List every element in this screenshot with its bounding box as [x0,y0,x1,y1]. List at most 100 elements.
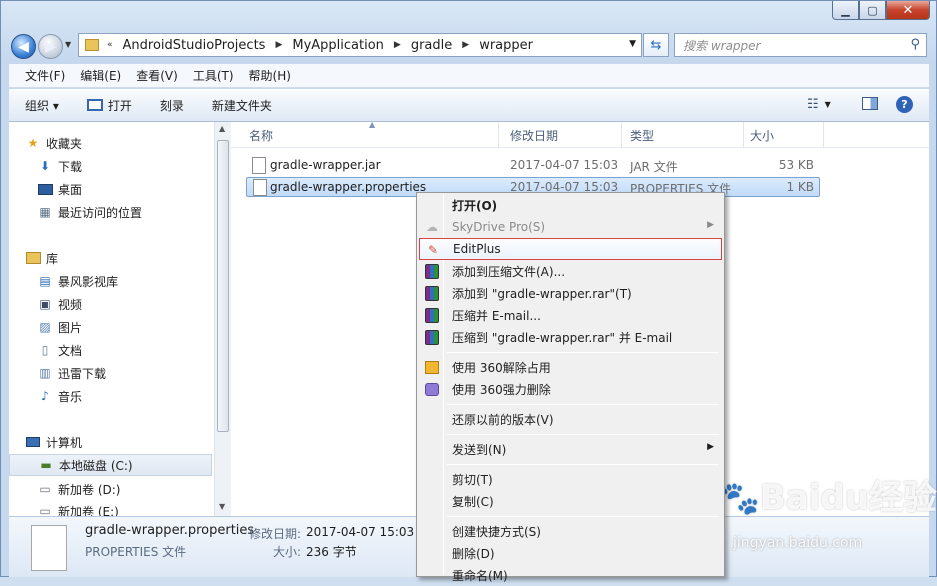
back-button[interactable]: ◀ [11,34,36,59]
menu-item-label: 使用 360强力删除 [452,382,551,397]
menu-item-360-delete[interactable]: 使用 360强力删除 [419,378,722,400]
menu-item-create-shortcut[interactable]: 创建快捷方式(S) [419,520,722,542]
menu-item-compress-email[interactable]: 压缩并 E-mail... [419,304,722,326]
refresh-button[interactable]: ⇆ [643,33,669,57]
sidebar-item-documents[interactable]: ▯ 文档 [37,339,214,361]
breadcrumb-overflow[interactable]: « [107,40,113,50]
sidebar-item-videos[interactable]: ▣ 视频 [37,293,214,315]
sidebar-item-xunlei[interactable]: ▥ 迅雷下载 [37,362,214,384]
sidebar-item-pictures[interactable]: ▨ 图片 [37,316,214,338]
preview-pane-button[interactable] [862,97,878,110]
menu-item-cut[interactable]: 剪切(T) [419,468,722,490]
music-icon: ♪ [41,389,49,403]
maximize-button[interactable]: ▢ [859,1,886,20]
menu-item-copy[interactable]: 复制(C) [419,490,722,512]
scrollbar-thumb[interactable] [217,140,229,432]
help-button[interactable]: ? [896,96,913,113]
minimize-button[interactable]: ▁ [832,1,859,20]
file-icon [253,179,267,196]
breadcrumb-item[interactable]: gradle [411,38,452,53]
column-date[interactable]: 修改日期 [502,122,622,148]
menu-view[interactable]: 查看(V) [136,67,178,84]
navigation-pane: ★ 收藏夹 ⬇ 下载 桌面 ▦ 最近访问的位置 库 ▤ 暴风影视库 ▣ 视频 ▨ 图片 ▯ 文… [9,122,214,516]
help-icon: ? [896,96,913,113]
column-type[interactable]: 类型 [622,122,744,148]
burn-button[interactable]: 刻录 [160,97,184,114]
chevron-down-icon: ▼ [824,100,831,109]
forward-button[interactable]: ▶ [38,34,63,59]
file-size: 53 KB [778,158,814,172]
sidebar-item-baofeng[interactable]: ▤ 暴风影视库 [37,270,214,292]
sidebar-item-drive-e[interactable]: ▭ 新加卷 (E:) [37,500,214,516]
file-row-jar[interactable]: gradle-wrapper.jar 2017-04-07 15:03 JAR … [246,156,820,176]
menu-item-rename[interactable]: 重命名(M) [419,564,722,586]
sidebar-item-label: 新加卷 (E:) [58,504,119,517]
menu-item-360-unlock[interactable]: 使用 360解除占用 [419,356,722,378]
menu-tools[interactable]: 工具(T) [193,67,234,84]
open-button[interactable]: 打开 [86,97,132,114]
scroll-down-icon[interactable]: ▼ [219,502,225,511]
menu-item-restore[interactable]: 还原以前的版本(V) [419,408,722,430]
sidebar-group-favorites[interactable]: ★ 收藏夹 [25,132,214,154]
arrow-left-icon: ◀ [18,38,29,55]
chevron-right-icon[interactable]: ▶ [394,40,401,50]
menu-separator [447,404,719,405]
menu-item-delete[interactable]: 删除(D) [419,542,722,564]
file-name: gradle-wrapper.properties [270,180,427,194]
column-size[interactable]: 大小 [742,122,824,148]
close-button[interactable]: ✕ [886,1,930,20]
sidebar-item-downloads[interactable]: ⬇ 下载 [37,155,214,177]
menu-item-label: 删除(D) [452,546,495,561]
scroll-up-icon[interactable]: ▲ [219,124,225,133]
details-date: 2017-04-07 15:03 [306,525,415,539]
menu-file[interactable]: 文件(F) [25,67,65,84]
chevron-right-icon[interactable]: ▶ [275,40,282,50]
menu-edit[interactable]: 编辑(E) [80,67,121,84]
caption-buttons: ▁ ▢ ✕ [832,1,930,20]
menu-item-add-rar[interactable]: 添加到 "gradle-wrapper.rar"(T) [419,282,722,304]
new-folder-button[interactable]: 新建文件夹 [212,97,272,114]
folder-icon [85,39,99,51]
breadcrumb-item[interactable]: wrapper [479,38,533,53]
menu-item-label: EditPlus [453,242,501,256]
sidebar-item-label: 计算机 [46,435,83,450]
menu-bar: 文件(F) 编辑(E) 查看(V) 工具(T) 帮助(H) [9,64,929,88]
winrar-icon [424,263,440,279]
view-options-button[interactable]: ☷ ▼ [807,97,831,112]
menu-item-label: 打开(O) [452,198,498,213]
sidebar-item-label: 新加卷 (D:) [58,482,121,497]
search-input[interactable]: 搜索 wrapper ⚲ [674,33,927,57]
sidebar-item-label: 桌面 [58,182,83,197]
sidebar-item-music[interactable]: ♪ 音乐 [37,385,214,407]
column-name[interactable]: 名称 ▲ [241,120,499,148]
recent-pages-dropdown[interactable]: ▼ [65,40,75,52]
view-list-icon: ☷ [807,97,819,112]
sidebar-item-drive-d[interactable]: ▭ 新加卷 (D:) [37,478,214,500]
search-icon[interactable]: ⚲ [910,37,920,52]
menu-item-send-to[interactable]: 发送到(N) ▶ [419,438,722,460]
sidebar-item-desktop[interactable]: 桌面 [37,178,214,200]
sidebar-item-recent-places[interactable]: ▦ 最近访问的位置 [37,201,214,223]
chevron-right-icon[interactable]: ▶ [462,40,469,50]
menu-item-label: 使用 360解除占用 [452,360,551,375]
navigation-scrollbar[interactable]: ▲ ▼ [214,122,231,516]
sidebar-group-libraries[interactable]: 库 [25,247,214,269]
sidebar-group-computer[interactable]: 计算机 [25,431,214,453]
column-label: 修改日期 [510,128,559,143]
menu-item-add-archive[interactable]: 添加到压缩文件(A)... [419,260,722,282]
menu-item-skydrive[interactable]: ☁ SkyDrive Pro(S) ▶ [419,216,722,238]
address-bar[interactable]: « AndroidStudioProjects ▶ MyApplication … [78,33,642,57]
chevron-down-icon[interactable]: ▼ [629,39,636,49]
details-file-type: PROPERTIES 文件 [85,545,187,559]
menu-separator [447,434,719,435]
breadcrumb-item[interactable]: AndroidStudioProjects [123,38,266,53]
sidebar-item-drive-c[interactable]: ▬ 本地磁盘 (C:) [9,454,212,476]
menu-item-open[interactable]: 打开(O) [419,194,722,216]
menu-item-editplus[interactable]: ✎ EditPlus [419,238,722,260]
organize-button[interactable]: 组织 ▾ [25,97,59,114]
menu-help[interactable]: 帮助(H) [249,67,291,84]
cloud-icon: ☁ [426,220,438,234]
menu-item-compress-rar-email[interactable]: 压缩到 "gradle-wrapper.rar" 并 E-mail [419,326,722,348]
sidebar-item-label: 迅雷下载 [58,366,107,381]
breadcrumb-item[interactable]: MyApplication [292,38,384,53]
